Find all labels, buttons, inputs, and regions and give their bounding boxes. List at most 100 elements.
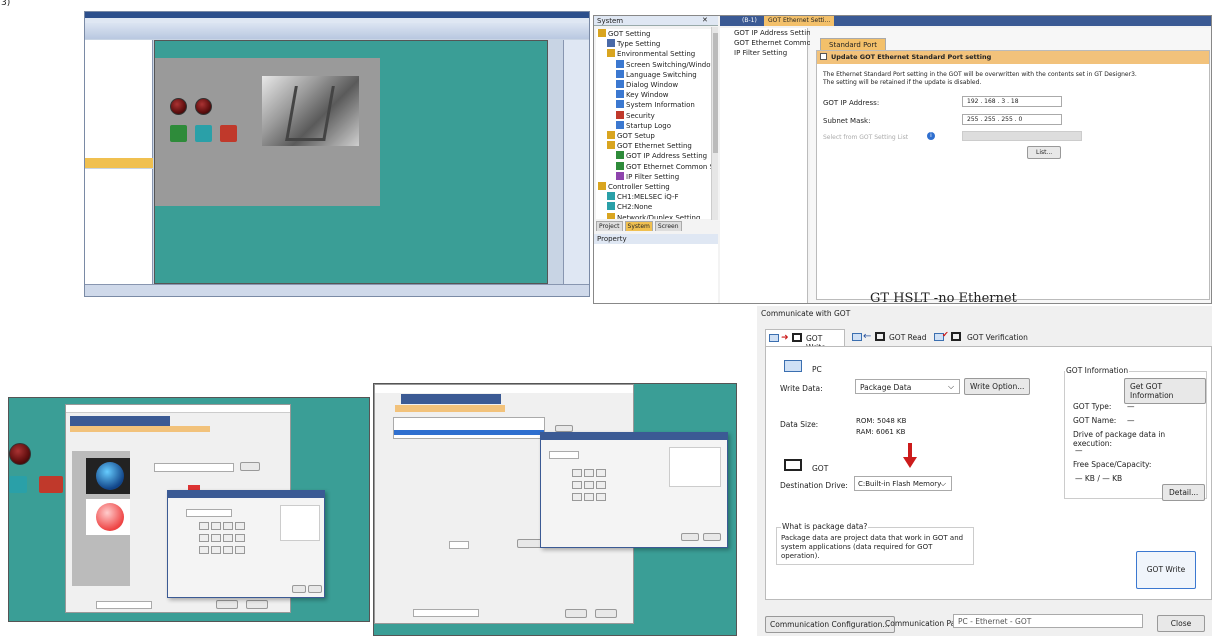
switch-preview-list[interactable] <box>72 451 130 586</box>
action-add-button[interactable] <box>555 425 573 432</box>
update-group-header[interactable]: Update GOT Ethernet Standard Port settin… <box>817 51 1209 64</box>
tree-item[interactable]: Screen Switching/Window <box>596 59 712 70</box>
tree-item[interactable]: Environmental Setting <box>596 49 712 59</box>
device-info-box <box>280 505 320 541</box>
system-tree[interactable]: GOT Setting Type Setting Environmental Set… <box>596 29 712 219</box>
tree-item-label: Security <box>626 111 655 120</box>
system-panel: System ✕ GOT Setting Type Setting Environm… <box>593 15 1212 304</box>
designer-canvas[interactable] <box>154 40 548 284</box>
property-body[interactable] <box>594 244 718 303</box>
action-device-cancel[interactable] <box>703 533 721 541</box>
tree-item[interactable]: GOT Ethernet Common Se <box>596 161 712 172</box>
got-write-tab[interactable]: ➜ GOT Write <box>765 329 845 352</box>
designer-toolbar[interactable] <box>85 23 589 39</box>
tree-item[interactable]: GOT Ethernet Setting <box>596 141 712 151</box>
tree-item[interactable]: GOT IP Address Setting <box>596 151 712 161</box>
switch-dialog-subtabs[interactable] <box>70 426 210 432</box>
tree-item[interactable]: Controller Setting <box>596 182 712 192</box>
got-verification-tab-label: GOT Verification <box>967 333 1028 342</box>
list-button[interactable]: List... <box>1027 146 1062 159</box>
action-cancel-button[interactable] <box>595 609 617 618</box>
action-radio-group[interactable] <box>389 560 489 598</box>
tree-item[interactable]: Key Window <box>596 90 712 100</box>
action-device-combo[interactable] <box>549 451 579 459</box>
side-item-common[interactable]: GOT Ethernet Common S <box>720 38 822 48</box>
action-ok-button[interactable] <box>565 609 587 618</box>
side-item-ip-address[interactable]: GOT IP Address Setting <box>720 28 815 38</box>
action-dialog-title <box>375 385 633 393</box>
tree-item-label: Dialog Window <box>626 81 679 90</box>
tab-system[interactable]: System <box>624 221 653 231</box>
action-field[interactable] <box>449 541 469 549</box>
action-device-ok[interactable] <box>681 533 699 541</box>
switch-cancel-button[interactable] <box>246 600 268 609</box>
doc-tab-ethernet[interactable]: GOT Ethernet Setti... <box>764 16 835 26</box>
ip-address-field[interactable]: 192 . 168 . 3 . 18 <box>962 96 1062 107</box>
tree-item[interactable]: GOT Setup <box>596 131 712 141</box>
designer-dock-tabs[interactable] <box>85 158 153 168</box>
tab-screen[interactable]: Screen <box>654 221 682 231</box>
device-ok-button[interactable] <box>292 585 306 593</box>
tree-item[interactable]: IP Filter Setting <box>596 171 712 182</box>
tree-item[interactable]: Startup Logo <box>596 120 712 131</box>
side-item-ip-filter[interactable]: IP Filter Setting <box>720 48 807 58</box>
update-description: The Ethernet Standard Port setting in th… <box>823 71 1137 86</box>
stop-button[interactable] <box>220 125 237 142</box>
action-name-field[interactable] <box>413 609 479 617</box>
designer-property-pane[interactable] <box>85 169 153 284</box>
select-list-combo[interactable] <box>962 131 1082 141</box>
pause-button[interactable] <box>195 125 212 142</box>
close-button[interactable]: Close <box>1157 615 1205 632</box>
lamp-1[interactable] <box>170 98 187 115</box>
action-device-info <box>669 447 721 487</box>
action-dialog-subtabs[interactable] <box>395 405 505 412</box>
designer-right-toolbar[interactable] <box>563 40 589 284</box>
switch-ok-button[interactable] <box>216 600 238 609</box>
start-button[interactable] <box>170 125 187 142</box>
device-combo[interactable] <box>186 509 232 517</box>
tree-item[interactable]: CH2:None <box>596 202 712 212</box>
designer-tree-pane[interactable] <box>85 40 153 158</box>
lamp-2[interactable] <box>195 98 212 115</box>
gear-icon <box>607 39 615 48</box>
screen-area[interactable] <box>155 58 380 206</box>
subnet-mask-field[interactable]: 255 . 255 . 255 . 0 <box>962 114 1062 125</box>
switch-shape-combo[interactable] <box>154 463 234 472</box>
got-read-tab[interactable]: ← GOT Read <box>849 329 927 346</box>
switch-name-field[interactable] <box>96 601 152 609</box>
preview-on-lamp <box>86 499 130 535</box>
tree-item[interactable]: Security <box>596 110 712 121</box>
tree-scrollbar[interactable] <box>711 27 718 220</box>
tree-item[interactable]: Language Switching <box>596 69 712 80</box>
action-list[interactable] <box>393 417 545 439</box>
doc-tab-b1[interactable]: (B-1) <box>742 17 757 24</box>
detail-button[interactable]: Detail... <box>1162 484 1206 501</box>
device-cancel-button[interactable] <box>308 585 322 593</box>
tree-item[interactable]: Network/Duplex Setting <box>596 212 712 219</box>
tree-item[interactable]: CH1:MELSEC iQ-F <box>596 192 712 202</box>
action-device-keypad[interactable] <box>571 468 631 504</box>
communication-configuration-button[interactable]: Communication Configuration... <box>765 616 895 633</box>
info-icon[interactable]: i <box>927 132 935 140</box>
ethernet-side-list[interactable]: GOT IP Address Setting GOT Ethernet Comm… <box>720 28 822 303</box>
action-dialog-tabs[interactable] <box>401 394 501 404</box>
got-write-button[interactable]: GOT Write <box>1136 551 1196 589</box>
write-data-select[interactable]: Package Data ⌵ <box>855 379 960 394</box>
dock-close-icon[interactable]: ✕ <box>702 16 708 24</box>
write-option-button[interactable]: Write Option... <box>964 378 1031 395</box>
tree-item[interactable]: System Information <box>596 100 712 110</box>
switch-dialog-tabs[interactable] <box>70 416 170 426</box>
tree-item[interactable]: GOT Setting <box>596 29 712 39</box>
tree-item-label: Environmental Setting <box>617 50 696 59</box>
switch-shape-button[interactable] <box>240 462 260 471</box>
action-list-selected-row[interactable] <box>394 430 544 435</box>
got-verification-tab[interactable]: ✔ GOT Verification <box>931 329 1031 346</box>
get-got-information-button[interactable]: Get GOT Information <box>1124 378 1206 404</box>
tree-item[interactable]: Type Setting <box>596 39 712 49</box>
tree-item[interactable]: Dialog Window <box>596 80 712 90</box>
update-checkbox[interactable] <box>820 53 827 60</box>
device-keypad[interactable] <box>198 521 258 557</box>
destination-select[interactable]: C:Built-in Flash Memory ⌵ <box>854 476 952 491</box>
tree-scroll-thumb[interactable] <box>713 33 718 153</box>
tab-project[interactable]: Project <box>596 221 623 231</box>
